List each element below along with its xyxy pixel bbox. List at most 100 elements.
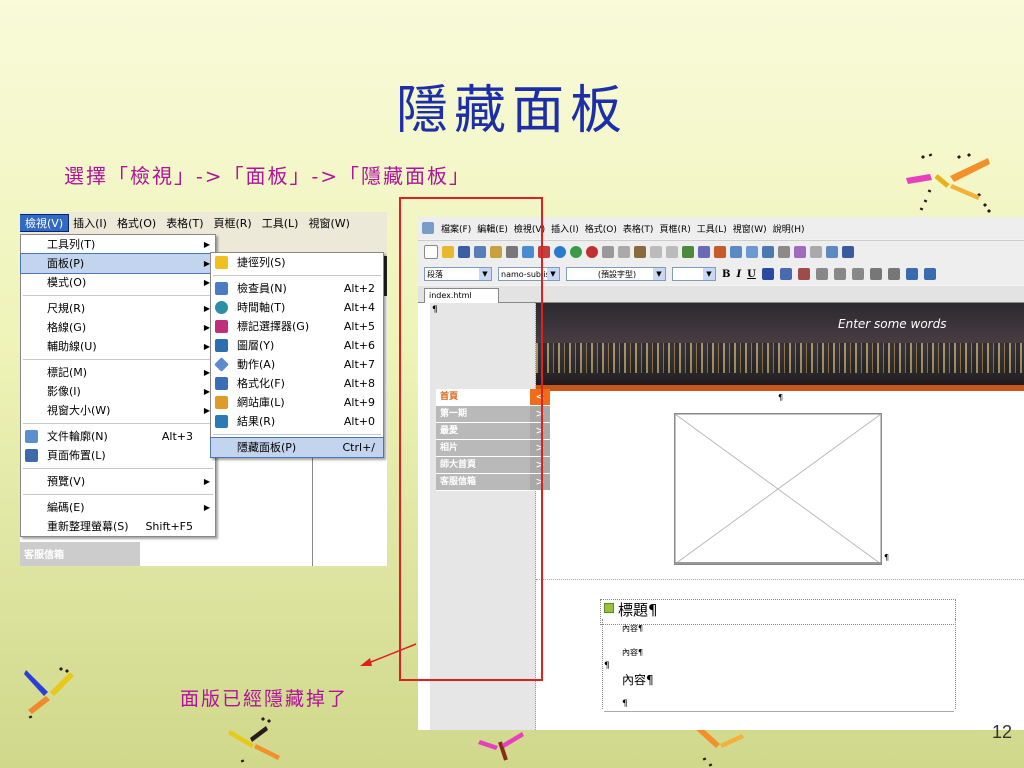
menu-format[interactable]: 格式(O) — [582, 222, 620, 235]
menu-item-shortcut: Alt+0 — [343, 415, 375, 428]
menu-item-panels[interactable]: 面板(P) ▶ — [20, 253, 216, 274]
menu-item-document-outline[interactable]: 文件輪廓(N) Alt+3 — [21, 427, 215, 446]
menu-item-actions[interactable]: 動作(A) Alt+7 — [211, 355, 383, 374]
menu-item-shortcut-bar[interactable]: 捷徑列(S) — [211, 253, 383, 272]
paste-icon[interactable] — [634, 246, 646, 258]
submenu-arrow-icon: ▶ — [203, 503, 210, 512]
menu-item-grid[interactable]: 格線(G) ▶ — [21, 318, 215, 337]
insert-frame-icon[interactable] — [746, 246, 758, 258]
menu-item-label: 影像(I) — [47, 385, 81, 398]
menu-item-timeline[interactable]: 時間軸(T) Alt+4 — [211, 298, 383, 317]
italic-button[interactable]: I — [736, 269, 741, 280]
paragraph-marks-icon[interactable] — [842, 246, 854, 258]
menu-item-label: 網站庫(L) — [237, 396, 285, 409]
link-icon[interactable] — [778, 246, 790, 258]
insert-table-icon[interactable] — [730, 246, 742, 258]
redo-icon[interactable] — [666, 246, 678, 258]
menu-item-markup[interactable]: 標記(M) ▶ — [21, 363, 215, 382]
content-bottom-rule — [604, 711, 954, 712]
menu-tools[interactable]: 工具(L) — [257, 215, 304, 231]
browser-opera-icon[interactable] — [586, 246, 598, 258]
table-grid-icon[interactable] — [826, 246, 838, 258]
content-table-outline — [602, 619, 956, 709]
bold-button[interactable]: B — [722, 269, 730, 280]
menu-item-site-library[interactable]: 網站庫(L) Alt+9 — [211, 393, 383, 412]
menu-tools[interactable]: 工具(L) — [694, 222, 730, 235]
menu-item-hide-panels[interactable]: 隱藏面板(P) Ctrl+/ — [210, 437, 384, 458]
align-center-icon[interactable] — [833, 268, 846, 280]
indent-icon[interactable] — [905, 268, 918, 280]
menu-item-toolbars[interactable]: 工具列(T) ▶ — [21, 235, 215, 254]
menu-item-guides[interactable]: 輔助線(U) ▶ — [21, 337, 215, 356]
underline-button[interactable]: U — [747, 269, 756, 280]
font-size-select[interactable]: ▼ — [672, 267, 716, 281]
font-color-icon[interactable] — [761, 268, 774, 280]
menu-insert[interactable]: 插入(I) — [548, 222, 582, 235]
menu-item-shortcut: Shift+F5 — [145, 520, 193, 533]
menu-table[interactable]: 表格(T) — [620, 222, 657, 235]
results-icon — [215, 415, 228, 428]
menu-item-shortcut: Alt+3 — [161, 430, 193, 443]
chevron-down-icon: ▼ — [653, 268, 665, 280]
copy-icon[interactable] — [618, 246, 630, 258]
menu-separator — [23, 494, 213, 495]
menu-window[interactable]: 視窗(W) — [303, 215, 354, 231]
align-left-icon[interactable] — [815, 268, 828, 280]
insert-image-icon[interactable] — [682, 246, 694, 258]
insert-form-icon[interactable] — [698, 246, 710, 258]
cut-icon[interactable] — [602, 246, 614, 258]
shortcut-bar-icon — [215, 256, 228, 269]
numbered-list-icon[interactable] — [869, 268, 882, 280]
menu-item-label: 圖層(Y) — [237, 339, 275, 352]
undo-icon[interactable] — [650, 246, 662, 258]
paragraph-mark: ¶ — [884, 553, 890, 562]
clear-format-icon[interactable] — [797, 268, 810, 280]
menu-item-layers[interactable]: 圖層(Y) Alt+6 — [211, 336, 383, 355]
menu-item-image[interactable]: 影像(I) ▶ — [21, 382, 215, 401]
menu-item-label: 格式化(F) — [237, 377, 285, 390]
menu-frame[interactable]: 頁框(R) — [209, 215, 257, 231]
unlink-icon[interactable] — [810, 246, 822, 258]
menu-item-label: 結果(R) — [237, 415, 276, 428]
menu-item-results[interactable]: 結果(R) Alt+0 — [211, 412, 383, 431]
menu-item-window-size[interactable]: 視窗大小(W) ▶ — [21, 401, 215, 420]
menu-item-label: 頁面佈置(L) — [47, 449, 106, 462]
slide-subtitle: 選擇「檢視」->「面板」->「隱藏面板」 — [64, 164, 472, 188]
menu-frame[interactable]: 頁框(R) — [656, 222, 693, 235]
pencil-icon[interactable] — [794, 246, 806, 258]
highlight-icon[interactable] — [779, 268, 792, 280]
insert-layer-icon[interactable] — [762, 246, 774, 258]
menu-insert[interactable]: 插入(I) — [68, 215, 112, 231]
menu-item-mode[interactable]: 模式(O) ▶ — [21, 273, 215, 292]
menu-item-inspector[interactable]: 檢查員(N) Alt+2 — [211, 279, 383, 298]
browser-netscape-icon[interactable] — [570, 246, 582, 258]
panels-submenu: 捷徑列(S) 檢查員(N) Alt+2 時間軸(T) Alt+4 標記選擇器(G) A… — [210, 252, 384, 458]
menu-item-shortcut: Ctrl+/ — [342, 441, 376, 454]
heading-marker-icon — [604, 603, 614, 613]
menu-item-formatting[interactable]: 格式化(F) Alt+8 — [211, 374, 383, 393]
menu-format[interactable]: 格式(O) — [112, 215, 161, 231]
menu-item-preview[interactable]: 預覽(V) ▶ — [21, 472, 215, 491]
bullet-list-icon[interactable] — [887, 268, 900, 280]
menu-item-refresh-screen[interactable]: 重新整理螢幕(S) Shift+F5 — [21, 517, 215, 536]
menu-table[interactable]: 表格(T) — [161, 215, 208, 231]
menu-item-page-layout[interactable]: 頁面佈置(L) — [21, 446, 215, 465]
content-heading[interactable]: 標題¶ — [618, 599, 658, 620]
menu-help[interactable]: 說明(H) — [770, 222, 808, 235]
menu-screenshot: 客服信箱 檢視(V) 插入(I) 格式(O) 表格(T) 頁框(R) 工具(L)… — [20, 212, 387, 566]
menu-window[interactable]: 視窗(W) — [730, 222, 770, 235]
align-right-icon[interactable] — [851, 268, 864, 280]
font-face-value: (預設字型) — [597, 270, 637, 279]
menu-item-tag-selector[interactable]: 標記選擇器(G) Alt+5 — [211, 317, 383, 336]
browser-ie-icon[interactable] — [554, 246, 566, 258]
outdent-icon[interactable] — [923, 268, 936, 280]
menu-item-label: 標記選擇器(G) — [237, 320, 310, 333]
menu-item-encoding[interactable]: 編碼(E) ▶ — [21, 498, 215, 517]
insert-media-icon[interactable] — [714, 246, 726, 258]
menu-item-ruler[interactable]: 尺規(R) ▶ — [21, 299, 215, 318]
menu-view[interactable]: 檢視(V) — [20, 214, 70, 232]
image-placeholder[interactable] — [674, 413, 882, 565]
banner-image — [536, 303, 1024, 385]
font-face-select[interactable]: (預設字型) ▼ — [566, 267, 666, 281]
view-menu: 工具列(T) ▶ 面板(P) ▶ 模式(O) ▶ 尺規(R) ▶ 格線(G) ▶ 輔助線(… — [20, 234, 216, 537]
